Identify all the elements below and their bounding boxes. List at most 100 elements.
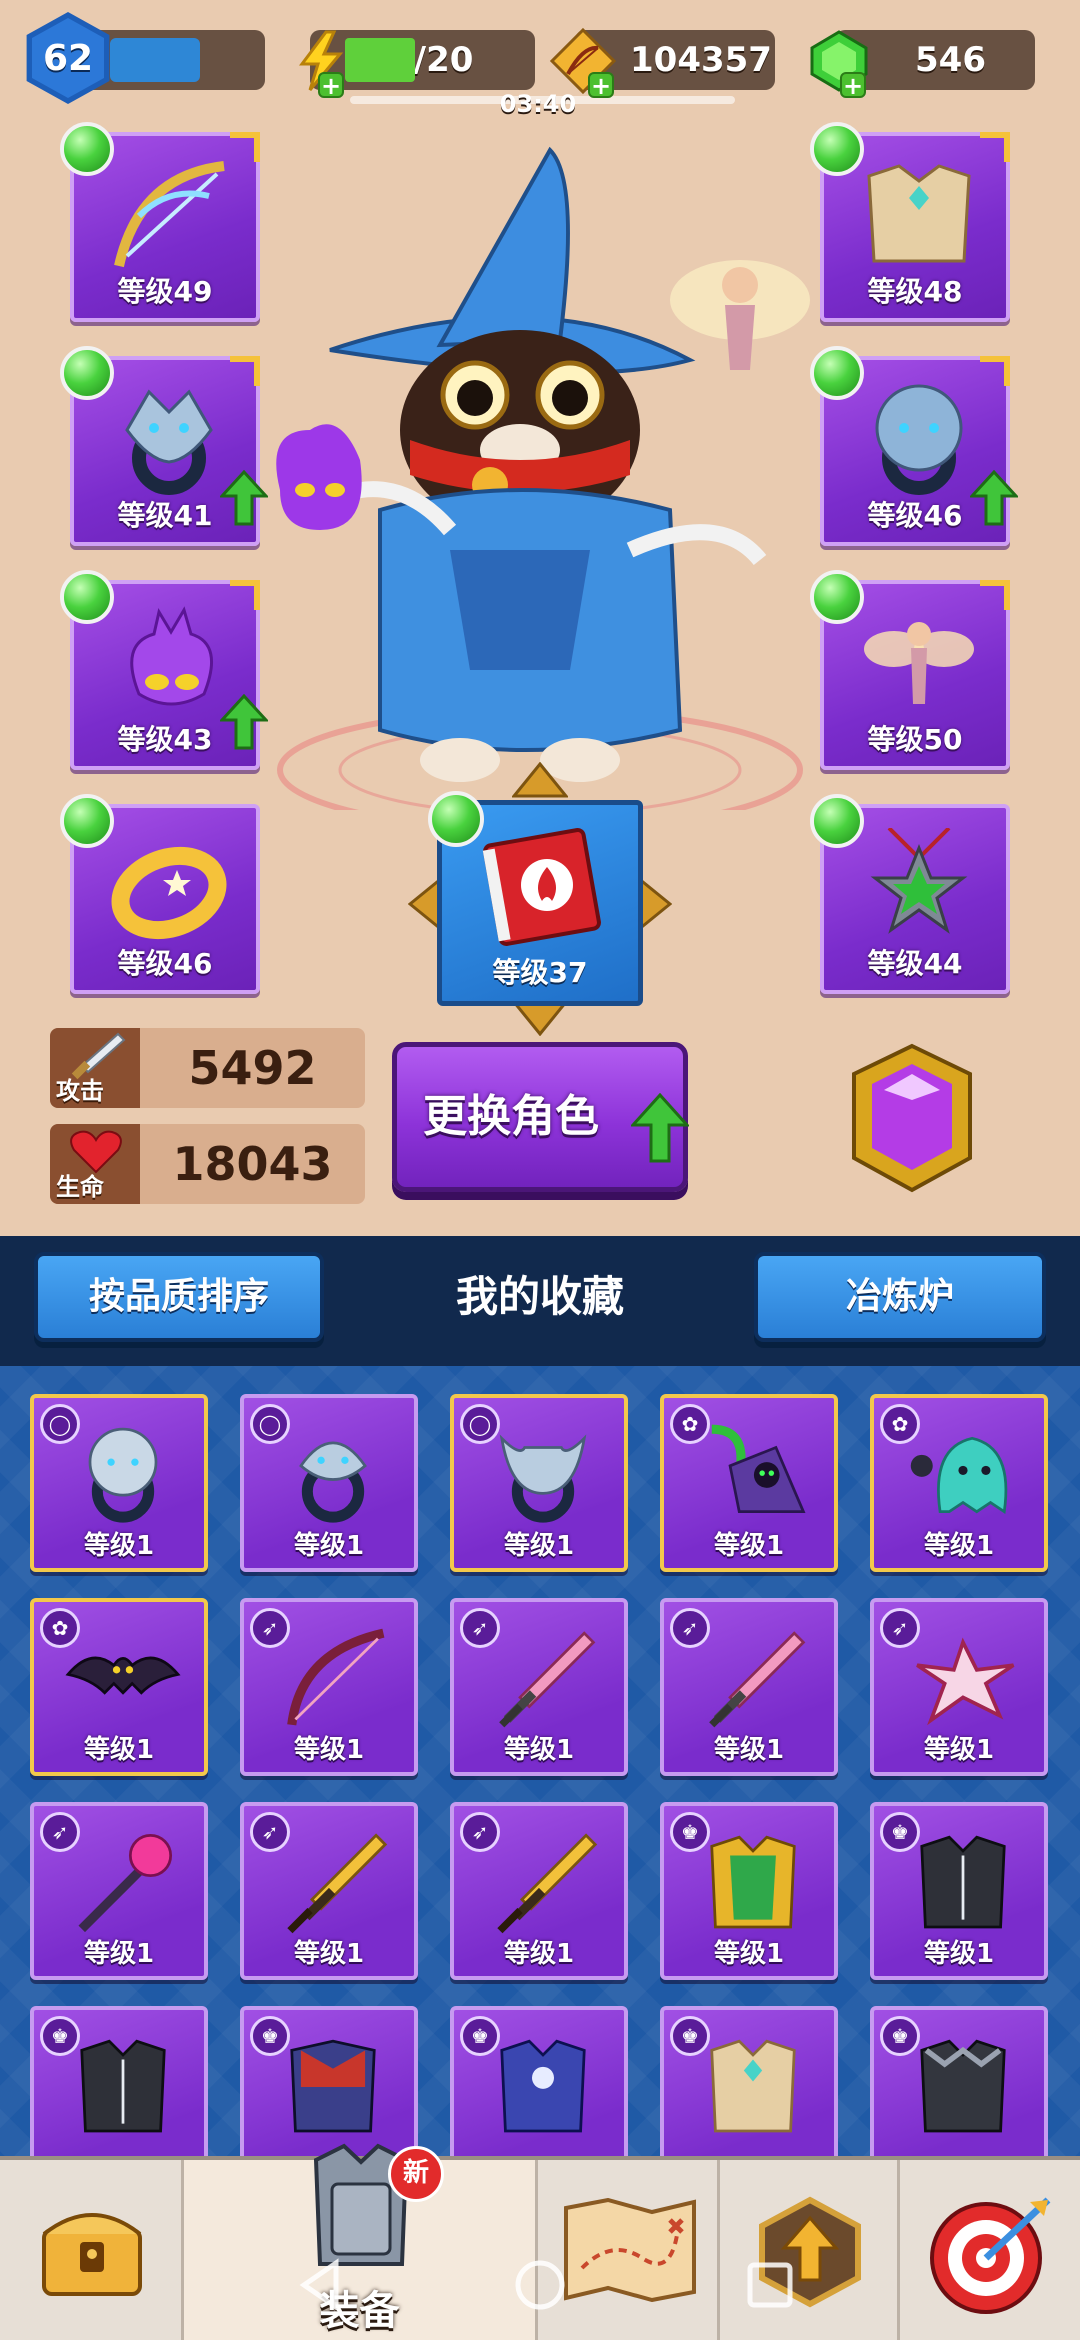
purple-spirit-icon (130, 606, 213, 706)
upgrade-arrow-icon (631, 1093, 689, 1163)
add-tickets-plus-icon[interactable]: + (588, 72, 614, 98)
collection-item-scythe-ghost[interactable]: ✿ 等级1 (660, 1394, 838, 1572)
nav-tab-equipment-label: 装备 (319, 2288, 400, 2334)
item-level: 等级1 (83, 1531, 155, 1561)
equipped-gem-indicator (810, 122, 864, 176)
slot-weapon-bow[interactable]: 等级49 (60, 122, 260, 322)
slot-level: 等级49 (117, 275, 213, 308)
collection-item-gold-armor[interactable]: ♚ 等级1 (660, 1802, 838, 1980)
system-home-icon[interactable] (510, 2255, 570, 2315)
attack-stat: 攻击 5492 (50, 1028, 365, 1108)
collection-title: 我的收藏 (455, 1272, 624, 1321)
gem-count: 546 (915, 40, 986, 80)
collection-item-pink-sword[interactable]: ➶ 等级1 (450, 1598, 628, 1776)
slot-amulet[interactable]: 等级44 (810, 794, 1010, 994)
collection-item-serpent-ring[interactable]: ◯ 等级1 (240, 1394, 418, 1572)
collection-item-dark-bow[interactable]: ➶ 等级1 (240, 1598, 418, 1776)
slot-armor[interactable]: 等级48 (810, 122, 1010, 322)
gold-armor-icon (710, 1835, 796, 1929)
equipped-gem-indicator (60, 570, 114, 624)
slot-level: 等级48 (867, 275, 963, 308)
collection-item-bat[interactable]: ✿ 等级1 (30, 1598, 208, 1776)
slot-level: 等级43 (117, 723, 213, 756)
slot-level: 等级37 (492, 956, 588, 989)
serpent-ring-icon (299, 1441, 367, 1523)
collection-item-staff[interactable]: ➶ 等级1 (30, 1802, 208, 1980)
slot-pet-spirit[interactable]: 等级43 (60, 570, 268, 770)
collection-item-pink-sword[interactable]: ➶ 等级1 (660, 1598, 838, 1776)
equipped-gem-indicator (428, 791, 484, 847)
item-level: 等级1 (293, 1939, 365, 1969)
crystal-shop-icon[interactable] (842, 1040, 982, 1200)
treasure-map-icon (564, 2198, 696, 2302)
add-energy-plus-icon[interactable]: + (318, 72, 344, 98)
black-armor-icon (920, 2039, 1006, 2133)
collection-item-gold-sword[interactable]: ➶ 等级1 (450, 1802, 628, 1980)
item-level: 等级1 (293, 1531, 365, 1561)
new-badge: 新 (388, 2146, 444, 2202)
slot-level: 等级50 (867, 723, 963, 756)
item-level: 等级1 (503, 1735, 575, 1765)
gold-sword-icon (497, 1833, 598, 1934)
star-amulet-icon (870, 828, 968, 934)
light-armor-icon (710, 2039, 796, 2133)
system-recents-icon[interactable] (740, 2255, 800, 2315)
collection-item-bull-ring[interactable]: ◯ 等级1 (450, 1394, 628, 1572)
slot-pet-fairy[interactable]: 等级50 (810, 570, 1010, 770)
hp-icon-wrap: 生命 (50, 1124, 140, 1204)
sort-by-quality-button[interactable]: 按品质排序 (34, 1252, 324, 1342)
change-hero-button[interactable]: 更换角色 (392, 1042, 689, 1192)
bat-icon (65, 1656, 181, 1695)
item-level: 等级1 (923, 1939, 995, 1969)
wolf-ring-icon (125, 389, 213, 495)
slot-level: 等级46 (117, 947, 213, 980)
equipped-gem-indicator (810, 570, 864, 624)
smelter-label: 冶炼炉 (845, 1276, 954, 1317)
teal-ghost-icon (910, 1436, 1008, 1515)
dark-bow-icon (287, 1628, 385, 1726)
player-level-badge[interactable]: 62 (26, 12, 110, 104)
equipped-gem-indicator (60, 122, 114, 176)
collection-item-shuriken[interactable]: ➶ 等级1 (870, 1598, 1048, 1776)
smelter-button[interactable]: 冶炼炉 (754, 1252, 1046, 1342)
target-icon (930, 2197, 1051, 2314)
attack-icon-wrap: 攻击 (50, 1028, 140, 1108)
bow-icon (114, 161, 225, 268)
add-gems-plus-icon[interactable]: + (840, 72, 866, 98)
dark-vest-icon (920, 1835, 1006, 1929)
energy-bar (345, 38, 415, 82)
top-hud: 62 8/20 + 03:40 104357 + 546 + (0, 0, 1080, 118)
slot-spellbook[interactable]: 等级37 (428, 791, 643, 1006)
bull-ring-icon (499, 1434, 587, 1523)
sort-by-quality-label: 按品质排序 (88, 1276, 269, 1317)
ticket-count: 104357 (630, 40, 772, 80)
collection-item-gold-sword[interactable]: ➶ 等级1 (240, 1802, 418, 1980)
collection-item-dark-vest[interactable]: ♚ 等级1 (870, 1802, 1048, 1980)
item-level: 等级1 (713, 1939, 785, 1969)
treasure-chest-icon (42, 2213, 142, 2296)
slot-ring-lion[interactable]: 等级46 (810, 346, 1018, 546)
nav-tab-equipment[interactable]: 新 装备 (184, 2143, 538, 2340)
hp-value: 18043 (172, 1137, 333, 1191)
collection-item-bear-ring[interactable]: ◯ 等级1 (30, 1394, 208, 1572)
equipped-gem-indicator (60, 346, 114, 400)
collection-item-teal-ghost[interactable]: ✿ 等级1 (870, 1394, 1048, 1572)
nav-tab-chest[interactable] (0, 2160, 184, 2340)
gold-sword-icon (287, 1833, 388, 1934)
hero-preview (250, 130, 830, 833)
nav-tab-target[interactable] (900, 2160, 1080, 2340)
item-level: 等级1 (83, 1735, 155, 1765)
item-level: 等级1 (503, 1531, 575, 1561)
hero-cat-wizard (276, 146, 810, 833)
fire-book-icon (482, 828, 601, 946)
slot-ring-wolf[interactable]: 等级41 (60, 346, 268, 546)
item-level: 等级1 (713, 1531, 785, 1561)
slot-bracelet[interactable]: 等级46 (60, 794, 260, 994)
pink-sword-icon (709, 1631, 806, 1728)
item-level: 等级1 (83, 1939, 155, 1969)
attack-label: 攻击 (56, 1077, 104, 1105)
lion-ring-icon (875, 384, 963, 495)
system-back-icon[interactable] (290, 2255, 350, 2315)
item-level: 等级1 (923, 1531, 995, 1561)
change-hero-label: 更换角色 (423, 1091, 599, 1142)
